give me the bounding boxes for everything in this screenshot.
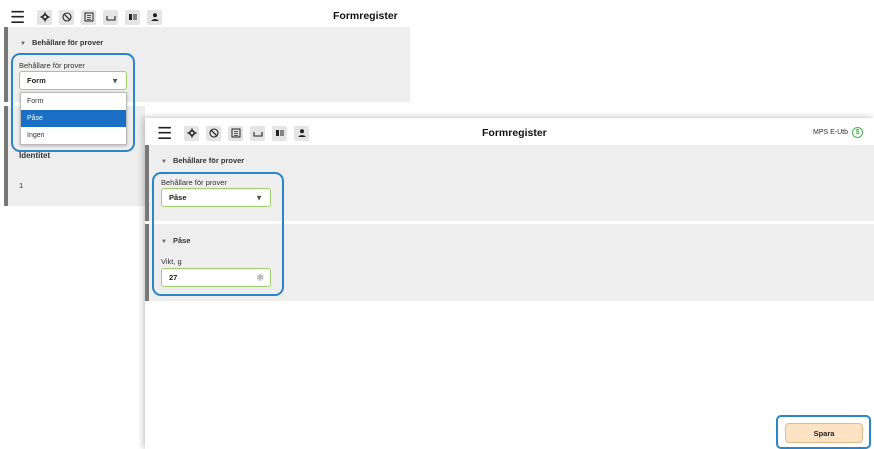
highlight-form-fields bbox=[152, 172, 284, 296]
page-title: Formregister bbox=[482, 127, 547, 139]
highlight-save-button bbox=[776, 415, 871, 449]
collapse-triangle-icon[interactable]: ▼ bbox=[161, 159, 167, 165]
register-icon[interactable] bbox=[81, 9, 97, 25]
gear-icon[interactable] bbox=[184, 125, 200, 141]
row-value: 1 bbox=[19, 181, 24, 190]
section-bar bbox=[4, 106, 8, 206]
cards-icon[interactable] bbox=[272, 125, 288, 141]
toolbar: ☰ bbox=[157, 122, 310, 144]
container-icon[interactable] bbox=[250, 125, 266, 141]
toolbar: ☰ bbox=[10, 6, 163, 28]
column-header: Identitet bbox=[19, 151, 51, 160]
highlight-dropdown bbox=[11, 53, 135, 152]
cards-icon[interactable] bbox=[125, 9, 141, 25]
gear-icon[interactable] bbox=[37, 9, 53, 25]
section-title-text: Behållare för prover bbox=[172, 156, 245, 165]
section-bar bbox=[145, 145, 149, 221]
user-info[interactable]: MPS E-Utb $ bbox=[813, 127, 864, 138]
container-icon[interactable] bbox=[103, 9, 119, 25]
person-icon[interactable] bbox=[294, 125, 310, 141]
block-icon[interactable] bbox=[59, 9, 75, 25]
block-icon[interactable] bbox=[206, 125, 222, 141]
hamburger-menu-icon[interactable]: ☰ bbox=[10, 9, 25, 26]
section-title[interactable]: ▼ Behållare för prover bbox=[161, 156, 244, 165]
foreground-window: ☰ Formregister MPS E-Utb $ ▼ Behållare fö… bbox=[145, 118, 874, 449]
section-bar bbox=[4, 27, 8, 102]
collapse-triangle-icon[interactable]: ▼ bbox=[20, 41, 26, 47]
person-icon[interactable] bbox=[147, 9, 163, 25]
user-name: MPS E-Utb bbox=[813, 129, 849, 136]
section-title-text: Behållare för prover bbox=[31, 38, 104, 47]
page-title: Formregister bbox=[333, 10, 398, 22]
user-avatar-icon[interactable]: $ bbox=[852, 127, 864, 138]
section-title[interactable]: ▼ Behållare för prover bbox=[20, 38, 103, 47]
hamburger-menu-icon[interactable]: ☰ bbox=[157, 125, 172, 142]
section-bar bbox=[145, 224, 149, 301]
register-icon[interactable] bbox=[228, 125, 244, 141]
